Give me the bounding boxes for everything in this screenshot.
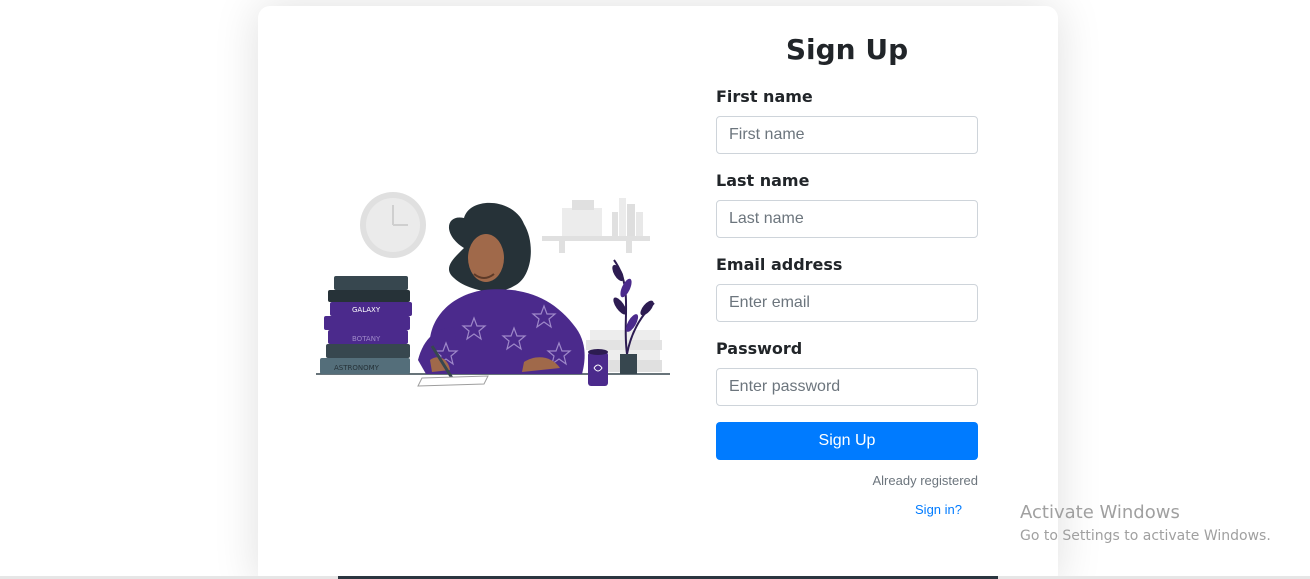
wall-shelf	[542, 198, 650, 253]
page: GALAXY BOTANY ASTRONOMY Sign Up First na…	[0, 0, 1310, 579]
signup-card: GALAXY BOTANY ASTRONOMY Sign Up First na…	[258, 6, 1058, 579]
signin-row: Sign in?	[716, 502, 962, 518]
watermark-title: Activate Windows	[1020, 502, 1180, 523]
activate-windows-watermark: Activate Windows Go to Settings to activ…	[1020, 502, 1271, 546]
stacked-books-colored: GALAXY BOTANY ASTRONOMY	[320, 276, 412, 374]
book-label-botany: BOTANY	[352, 335, 381, 343]
password-label: Password	[716, 339, 803, 358]
mug-icon	[588, 349, 608, 386]
page-title: Sign Up	[785, 33, 909, 66]
last-name-group: Last name	[716, 171, 978, 238]
woman-figure	[418, 202, 585, 379]
password-group: Password	[716, 339, 978, 406]
signup-form: Sign Up First name Last name Email addre…	[716, 30, 978, 518]
last-name-input[interactable]	[716, 200, 978, 238]
wall-clock-icon	[360, 192, 426, 258]
last-name-label: Last name	[716, 171, 810, 190]
paper-sheet	[417, 375, 489, 387]
email-input[interactable]	[716, 284, 978, 322]
book-label-galaxy: GALAXY	[352, 306, 381, 314]
studying-woman-illustration: GALAXY BOTANY ASTRONOMY	[316, 192, 670, 387]
password-input[interactable]	[716, 368, 978, 406]
email-group: Email address	[716, 255, 978, 322]
first-name-input[interactable]	[716, 116, 978, 154]
signup-button[interactable]: Sign Up	[716, 422, 978, 460]
first-name-group: First name	[716, 87, 978, 154]
book-label-astronomy: ASTRONOMY	[334, 364, 380, 372]
already-registered-text: Already registered	[872, 473, 979, 488]
email-label: Email address	[716, 255, 843, 274]
signin-link[interactable]: Sign in?	[915, 502, 962, 517]
first-name-label: First name	[716, 87, 813, 106]
watermark-subtitle: Go to Settings to activate Windows.	[1020, 528, 1271, 544]
